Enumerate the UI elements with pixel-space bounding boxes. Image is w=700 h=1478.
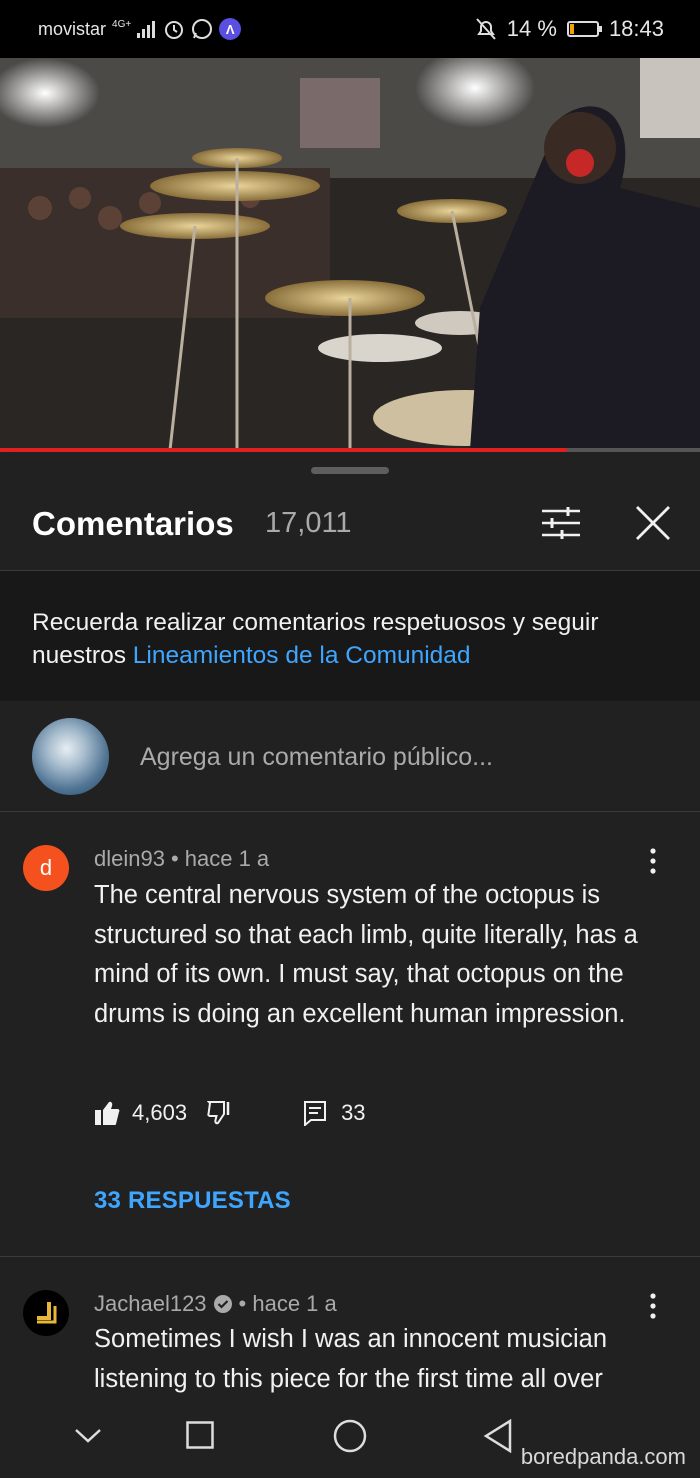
more-vert-icon[interactable] bbox=[650, 848, 656, 874]
comment-divider bbox=[0, 1256, 700, 1257]
like-count: 4,603 bbox=[132, 1100, 188, 1125]
add-comment-input[interactable]: Agrega un comentario público... bbox=[140, 743, 493, 772]
whatsapp-icon bbox=[192, 19, 213, 39]
comment-time: • hace 1 a bbox=[238, 1291, 337, 1316]
guidelines-link[interactable]: Lineamientos de la Comunidad bbox=[133, 642, 471, 669]
battery-percent: 14 % bbox=[506, 16, 557, 41]
recents-square-icon[interactable] bbox=[186, 1421, 214, 1449]
comment-meta: Jachael123 • hace 1 a bbox=[94, 1291, 337, 1317]
status-left: movistar 4G+ Λ bbox=[38, 18, 242, 40]
channel-logo-icon bbox=[37, 1302, 57, 1324]
thumbs-down-icon[interactable] bbox=[207, 1100, 233, 1126]
status-bar: movistar 4G+ Λ 14 % 18:43 bbox=[0, 0, 700, 58]
comment-icon[interactable] bbox=[303, 1100, 327, 1126]
comment-text: The central nervous system of the octopu… bbox=[94, 881, 638, 1028]
back-triangle-icon[interactable] bbox=[483, 1419, 513, 1453]
comment-meta: dlein93 • hace 1 a bbox=[94, 846, 269, 872]
comment-author[interactable]: Jachael123 bbox=[94, 1291, 207, 1317]
network-label: 4G+ bbox=[112, 18, 132, 30]
comment-author[interactable]: dlein93 bbox=[94, 846, 165, 872]
vpn-icon: Λ bbox=[219, 18, 242, 40]
home-circle-icon[interactable] bbox=[333, 1419, 367, 1453]
comment-actions: 4,603 33 bbox=[94, 1100, 366, 1126]
more-vert-icon[interactable] bbox=[650, 1293, 656, 1319]
comment-text: Sometimes I wish I was an innocent music… bbox=[94, 1325, 608, 1393]
clock: 18:43 bbox=[608, 16, 664, 41]
avatar bbox=[32, 718, 109, 795]
signal-icon bbox=[137, 21, 156, 38]
status-right: 14 % 18:43 bbox=[475, 16, 664, 42]
notice-text: Recuerda realizar comentarios respetuoso… bbox=[32, 606, 672, 672]
input-divider bbox=[0, 811, 700, 812]
reply-count: 33 bbox=[341, 1100, 366, 1125]
drag-handle[interactable] bbox=[311, 467, 389, 474]
comments-title: Comentarios bbox=[32, 505, 234, 542]
muted-bell-icon bbox=[476, 18, 496, 40]
thumbs-up-icon[interactable] bbox=[94, 1100, 120, 1126]
chevron-down-icon[interactable] bbox=[74, 1428, 102, 1444]
comment-author-avatar[interactable]: d bbox=[23, 845, 69, 891]
comment-author-avatar[interactable] bbox=[23, 1290, 69, 1336]
view-replies-button[interactable]: 33 RESPUESTAS bbox=[94, 1187, 291, 1215]
alarm-icon bbox=[165, 21, 184, 39]
comments-count: 17,011 bbox=[265, 507, 352, 539]
sliders-icon[interactable] bbox=[542, 507, 580, 539]
close-icon[interactable] bbox=[634, 504, 672, 542]
carrier-label: movistar bbox=[38, 18, 107, 39]
watermark: boredpanda.com bbox=[520, 1444, 686, 1469]
video-frame bbox=[0, 58, 700, 450]
video-player[interactable] bbox=[0, 58, 700, 450]
verified-check-icon bbox=[213, 1295, 232, 1313]
comment-time: • hace 1 a bbox=[170, 846, 270, 871]
battery-icon bbox=[566, 21, 602, 37]
